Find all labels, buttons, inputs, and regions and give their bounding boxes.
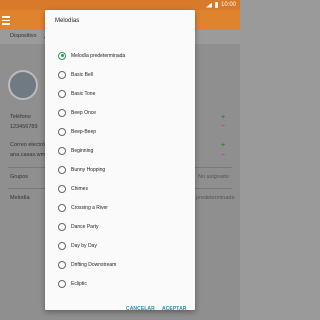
- phone-label: Teléfono: [10, 114, 31, 120]
- email-value: ana.casas.wm: [10, 152, 46, 158]
- melody-option[interactable]: Crossing a River: [45, 200, 195, 215]
- status-time: 10:00: [220, 2, 236, 8]
- remove-phone-icon[interactable]: −: [221, 123, 225, 130]
- storage-dropdown-label[interactable]: Dispositivo: [10, 33, 37, 39]
- melody-option[interactable]: Beep-Beep: [45, 124, 195, 139]
- melody-dialog: Melodías Melodía predeterminada Basic Be…: [45, 10, 195, 312]
- groups-value[interactable]: No asignado: [198, 174, 229, 180]
- radio-icon[interactable]: [58, 203, 66, 212]
- melody-value[interactable]: predeterminada: [196, 195, 235, 201]
- melody-option[interactable]: Drifting Downstream: [45, 257, 195, 272]
- accept-button[interactable]: ACEPTAR: [162, 306, 187, 312]
- remove-email-icon[interactable]: −: [221, 152, 225, 159]
- signal-icon: [205, 2, 212, 8]
- email-label: Correo electró: [10, 142, 45, 148]
- phone-value: 123456789: [10, 124, 38, 130]
- melody-option[interactable]: Basic Bell: [45, 67, 195, 82]
- avatar[interactable]: [8, 70, 38, 100]
- radio-selected-icon[interactable]: [58, 51, 66, 60]
- melody-option[interactable]: Day by Day: [45, 238, 195, 253]
- melody-option[interactable]: Basic Tone: [45, 86, 195, 101]
- radio-icon[interactable]: [58, 108, 66, 117]
- status-bar: 10:00: [0, 0, 240, 10]
- dialog-title: Melodías: [55, 18, 80, 24]
- radio-icon[interactable]: [58, 127, 66, 136]
- radio-icon[interactable]: [58, 222, 66, 231]
- radio-icon[interactable]: [58, 165, 66, 174]
- melody-option[interactable]: Beep Once: [45, 105, 195, 120]
- groups-label: Grupos: [10, 174, 29, 180]
- radio-icon[interactable]: [58, 70, 66, 79]
- cancel-button[interactable]: CANCELAR: [126, 306, 155, 312]
- battery-icon: [214, 2, 218, 8]
- melody-label: Melodía: [10, 195, 30, 201]
- radio-icon[interactable]: [58, 260, 66, 269]
- melody-option[interactable]: Melodía predeterminada: [45, 48, 195, 63]
- menu-icon[interactable]: [2, 14, 12, 25]
- radio-icon[interactable]: [58, 184, 66, 193]
- melody-option[interactable]: Chimes: [45, 181, 195, 196]
- melody-option[interactable]: Dance Party: [45, 219, 195, 234]
- melody-option[interactable]: Bunny Hopping: [45, 162, 195, 177]
- add-email-icon[interactable]: +: [221, 142, 225, 149]
- melody-option[interactable]: Beginning: [45, 143, 195, 158]
- radio-icon[interactable]: [58, 89, 66, 98]
- radio-icon[interactable]: [58, 146, 66, 155]
- radio-icon[interactable]: [58, 241, 66, 250]
- melody-option[interactable]: Ecliptic: [45, 276, 195, 291]
- radio-icon[interactable]: [58, 279, 66, 288]
- add-phone-icon[interactable]: +: [221, 114, 225, 121]
